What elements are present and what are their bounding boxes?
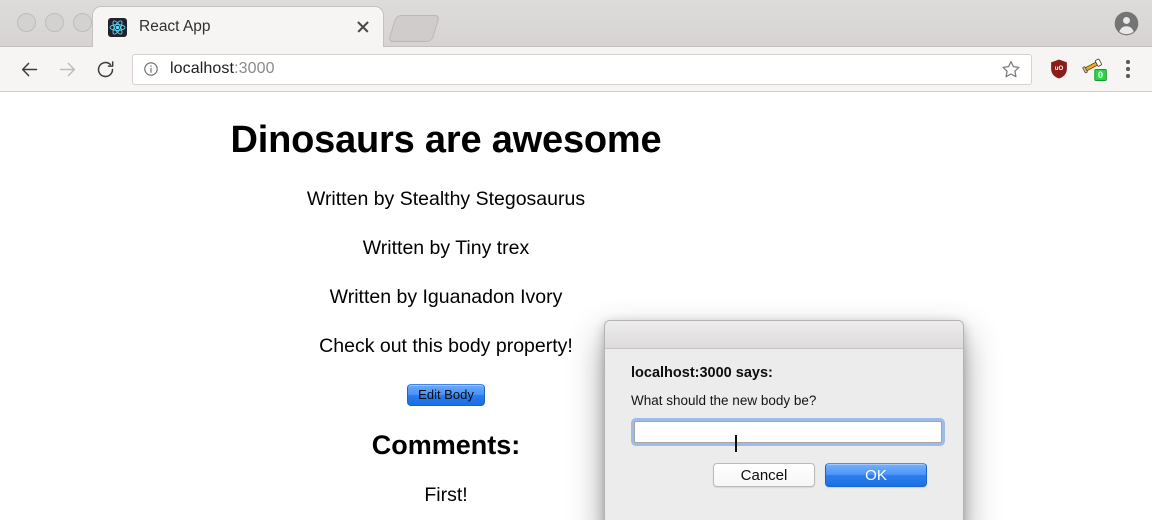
dialog-button-row: Cancel OK — [631, 446, 945, 487]
browser-toolbar: localhost:3000 uO 0 — [0, 47, 1152, 92]
ok-button[interactable]: OK — [825, 463, 927, 487]
author-line-1: Written by Stealthy Stegosaurus — [0, 188, 892, 211]
page-title: Dinosaurs are awesome — [0, 119, 892, 162]
text-cursor — [735, 435, 737, 452]
javascript-prompt-dialog: localhost:3000 says: What should the new… — [604, 320, 964, 520]
browser-window: React App — [0, 0, 1152, 521]
edit-body-button[interactable]: Edit Body — [407, 384, 485, 406]
url-port: :3000 — [234, 60, 275, 77]
tab-title: React App — [139, 18, 353, 36]
page-viewport: Dinosaurs are awesome Written by Stealth… — [0, 92, 1152, 520]
browser-tab-react-app[interactable]: React App — [92, 6, 384, 47]
dialog-heading: localhost:3000 says: — [631, 365, 945, 381]
new-tab-button[interactable] — [388, 15, 440, 42]
dialog-prompt-input[interactable] — [634, 421, 942, 443]
tab-close-icon[interactable] — [353, 17, 373, 37]
honey-extension-icon[interactable]: 0 — [1080, 54, 1110, 84]
minimize-window-button[interactable] — [45, 13, 64, 32]
author-line-3: Written by Iguanadon Ivory — [0, 286, 892, 309]
window-traffic-lights — [17, 13, 92, 32]
bookmark-star-icon[interactable] — [1001, 59, 1021, 79]
cancel-button[interactable]: Cancel — [713, 463, 815, 487]
author-line-2: Written by Tiny trex — [0, 237, 892, 260]
profile-avatar-icon[interactable] — [1113, 10, 1140, 37]
dialog-titlebar — [605, 321, 963, 349]
menu-dot — [1126, 67, 1130, 71]
svg-text:uO: uO — [1055, 66, 1064, 72]
reload-button[interactable] — [86, 50, 124, 88]
ublock-origin-extension-icon[interactable]: uO — [1044, 54, 1074, 84]
maximize-window-button[interactable] — [73, 13, 92, 32]
dialog-input-focus-ring — [631, 418, 945, 446]
three-dot-menu-icon[interactable] — [1114, 54, 1142, 84]
url-host: localhost — [170, 60, 234, 77]
menu-dot — [1126, 60, 1130, 64]
tab-strip: React App — [0, 0, 1152, 47]
dialog-message: What should the new body be? — [631, 393, 945, 408]
close-window-button[interactable] — [17, 13, 36, 32]
back-button[interactable] — [10, 50, 48, 88]
react-logo-icon — [108, 18, 127, 37]
forward-button — [48, 50, 86, 88]
menu-dot — [1126, 74, 1130, 78]
address-bar-text: localhost:3000 — [170, 60, 275, 78]
site-info-icon[interactable] — [143, 61, 159, 77]
dialog-body: localhost:3000 says: What should the new… — [605, 349, 963, 487]
address-bar[interactable]: localhost:3000 — [132, 54, 1032, 85]
honey-extension-badge: 0 — [1098, 70, 1103, 80]
